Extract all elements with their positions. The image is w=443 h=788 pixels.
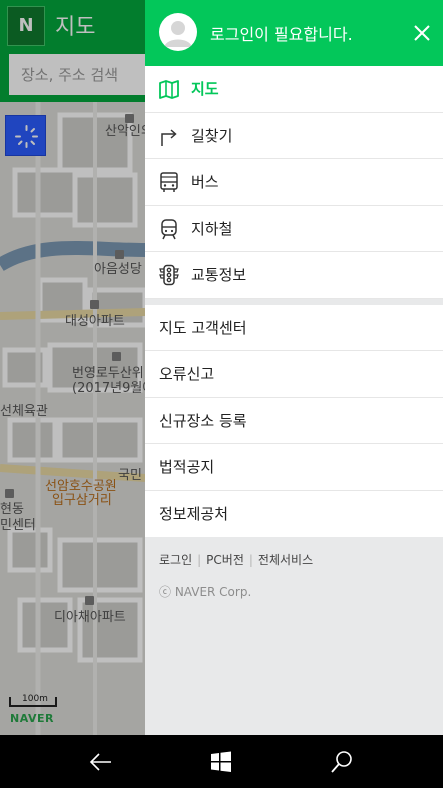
login-link[interactable]: 로그인 xyxy=(159,553,192,567)
drawer-header: 로그인이 필요합니다. xyxy=(145,0,443,66)
menu-label: 지하철 xyxy=(191,219,233,238)
traffic-icon xyxy=(159,264,179,286)
menu-label: 지도 고객센터 xyxy=(159,318,247,337)
menu-item-error-report[interactable]: 오류신고 xyxy=(145,351,443,398)
naver-logo[interactable]: N xyxy=(7,6,45,46)
windows-icon xyxy=(211,751,231,772)
menu-item-traffic[interactable]: 교통정보 xyxy=(145,252,443,299)
app-title: 지도 xyxy=(55,15,96,40)
avatar[interactable] xyxy=(159,13,197,51)
search-button[interactable] xyxy=(328,748,356,776)
menu-item-legal-notice[interactable]: 법적공지 xyxy=(145,444,443,491)
menu-item-bus[interactable]: 버스 xyxy=(145,159,443,206)
map-label[interactable]: 대성아파트 xyxy=(65,314,125,330)
subway-icon xyxy=(161,218,177,239)
footer-links: 로그인 | PC버전 | 전체서비스 xyxy=(159,551,313,568)
menu-label: 버스 xyxy=(191,173,219,192)
map-label[interactable]: 입구삼거리 xyxy=(52,493,112,509)
close-button[interactable] xyxy=(407,18,437,48)
menu-label: 교통정보 xyxy=(191,266,247,285)
map-label[interactable]: (2017년9월예 xyxy=(72,381,154,397)
menu-item-subway[interactable]: 지하철 xyxy=(145,206,443,252)
menu-label: 오류신고 xyxy=(159,365,215,384)
map-label[interactable]: 선체육관 xyxy=(0,404,48,420)
all-services-link[interactable]: 전체서비스 xyxy=(258,553,313,567)
map-label[interactable]: 국민 xyxy=(118,468,142,484)
scale-label: 100m xyxy=(22,694,48,704)
apartment-icon xyxy=(90,300,99,309)
back-arrow-icon xyxy=(89,753,111,771)
side-drawer: 로그인이 필요합니다. 지도 길찾기 버스 지하철 교통정보 지도 고객센터 오… xyxy=(145,0,443,735)
map-label[interactable]: 디아채아파트 xyxy=(54,610,126,626)
separator: | xyxy=(197,553,202,567)
menu-label: 정보제공처 xyxy=(159,505,229,524)
directions-icon xyxy=(161,128,177,146)
naver-map-brand: NAVER xyxy=(10,712,54,725)
login-message[interactable]: 로그인이 필요합니다. xyxy=(210,21,353,45)
pc-version-link[interactable]: PC버전 xyxy=(206,553,244,567)
menu-label: 신규장소 등록 xyxy=(159,411,247,430)
home-button[interactable] xyxy=(207,748,235,776)
church-icon xyxy=(115,250,124,259)
menu-item-customer-center[interactable]: 지도 고객센터 xyxy=(145,305,443,351)
menu-item-map[interactable]: 지도 xyxy=(145,66,443,113)
search-icon xyxy=(331,751,352,773)
menu-item-data-sources[interactable]: 정보제공처 xyxy=(145,491,443,538)
poi-icon xyxy=(125,114,134,123)
spinner-icon xyxy=(15,125,38,148)
apartment-icon xyxy=(112,352,121,361)
user-icon xyxy=(164,21,192,47)
separator: | xyxy=(248,553,253,567)
menu-item-directions[interactable]: 길찾기 xyxy=(145,113,443,159)
map-label[interactable]: 현동 xyxy=(0,502,24,518)
menu-label: 법적공지 xyxy=(159,458,215,477)
menu-label: 길찾기 xyxy=(191,126,233,145)
system-nav-bar xyxy=(0,735,443,788)
copyright: ⓒ NAVER Corp. xyxy=(159,585,252,599)
map-label[interactable]: 아음성당 xyxy=(94,262,142,278)
apartment-icon xyxy=(85,596,94,605)
map-label[interactable]: 민센터 xyxy=(0,518,36,534)
poi-icon xyxy=(5,489,14,498)
back-button[interactable] xyxy=(87,748,115,776)
map-icon xyxy=(159,80,179,99)
bus-icon xyxy=(160,172,178,192)
close-icon xyxy=(414,25,430,41)
loading-indicator[interactable] xyxy=(5,115,46,156)
menu-item-new-place[interactable]: 신규장소 등록 xyxy=(145,398,443,444)
menu-label: 지도 xyxy=(191,80,219,99)
map-label[interactable]: 번영로두산위 xyxy=(72,366,144,382)
drawer-menu: 지도 길찾기 버스 지하철 교통정보 지도 고객센터 오류신고 신규장소 등록 … xyxy=(145,66,443,537)
